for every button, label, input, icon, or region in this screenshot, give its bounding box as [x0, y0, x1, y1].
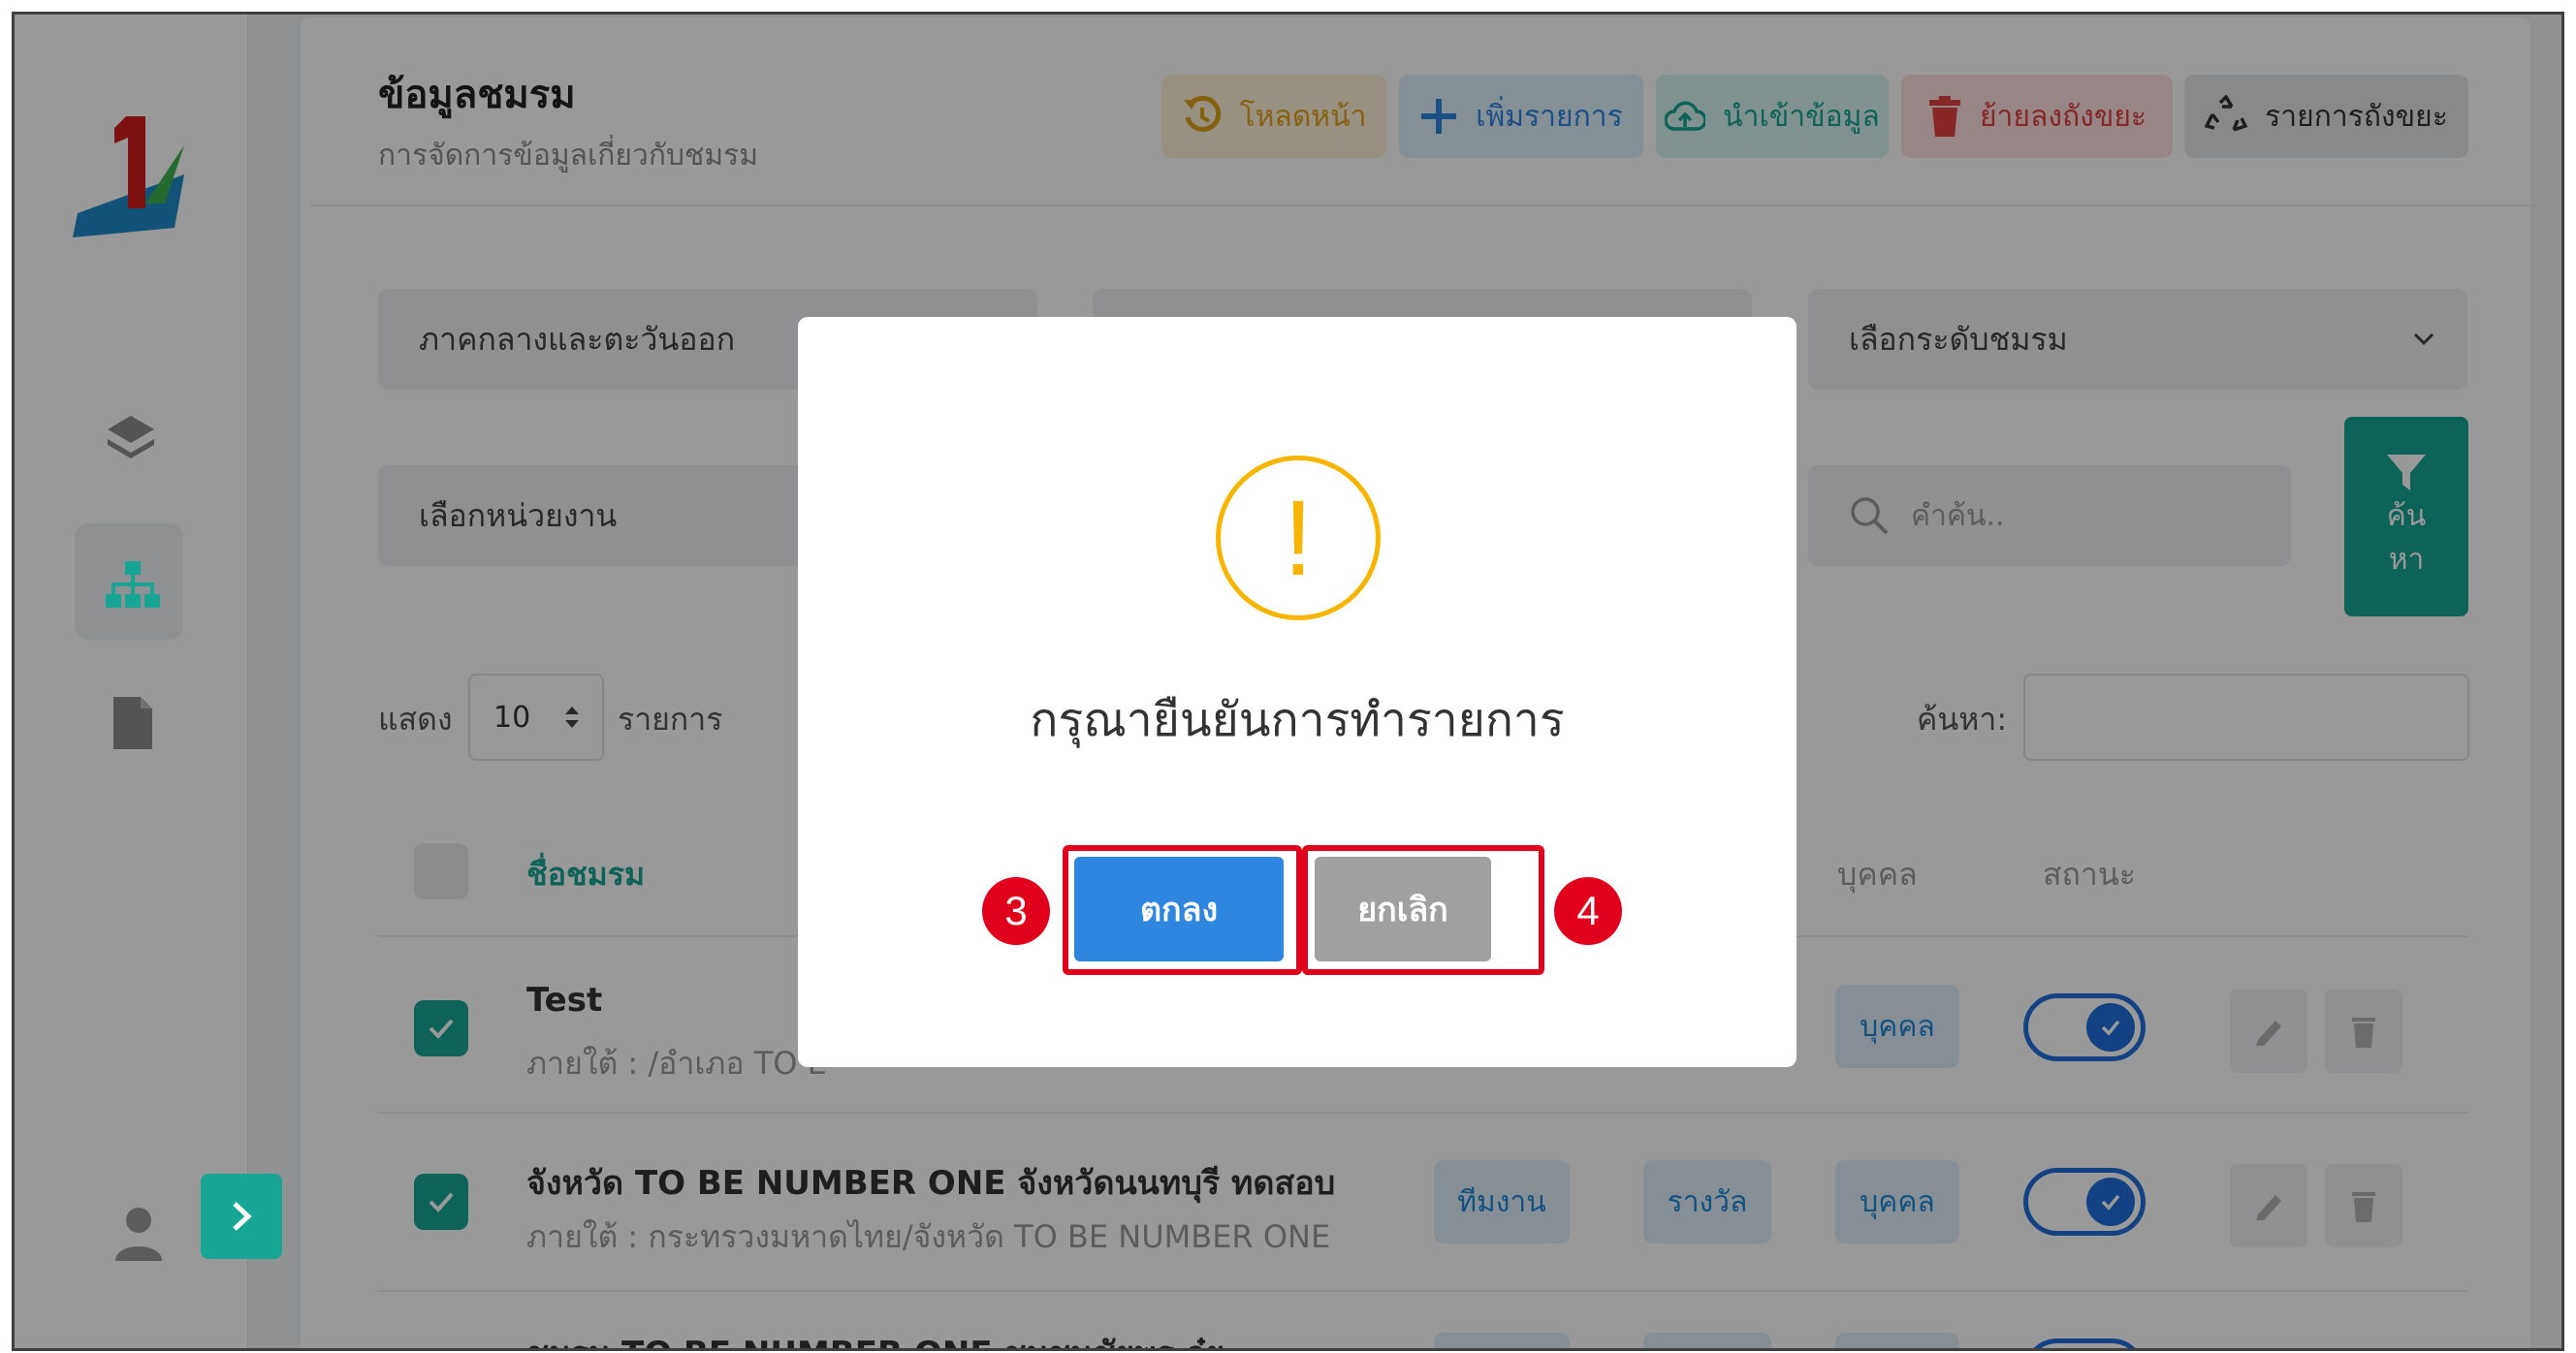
screenshot-frame: ข้อมูลชมรม การจัดการข้อมูลเกี่ยวกับชมรม …	[12, 12, 2564, 1351]
warning-icon: !	[1216, 456, 1381, 620]
confirm-button[interactable]: ตกลง	[1074, 857, 1284, 961]
confirm-dialog: ! กรุณายืนยันการทำรายการ ตกลง ยกเลิก 3 4	[798, 317, 1797, 1067]
step-4-badge: 4	[1554, 877, 1622, 945]
org-chart-icon[interactable]	[104, 557, 162, 615]
sidebar-expand-button[interactable]	[201, 1174, 282, 1259]
chevron-right-icon	[233, 1202, 252, 1231]
confirm-message: กรุณายืนยันการทำรายการ	[1030, 693, 1565, 747]
cancel-button[interactable]: ยกเลิก	[1315, 857, 1491, 961]
step-3-badge: 3	[982, 877, 1050, 945]
